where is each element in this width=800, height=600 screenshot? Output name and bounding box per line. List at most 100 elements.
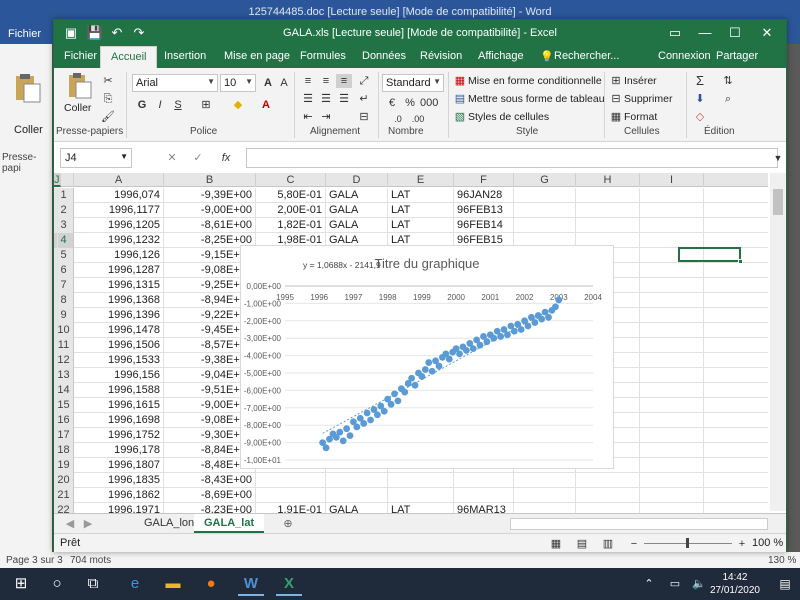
zoom-level[interactable]: 100 % bbox=[752, 537, 783, 549]
cell[interactable]: 1996,1368 bbox=[74, 293, 164, 308]
font-color-icon[interactable]: A bbox=[258, 98, 274, 112]
cell[interactable] bbox=[640, 308, 704, 323]
cell[interactable]: 1,82E-01 bbox=[256, 218, 326, 233]
decrease-font-icon[interactable]: A bbox=[276, 76, 292, 90]
cell[interactable] bbox=[54, 398, 58, 413]
add-sheet-icon[interactable]: ⊕ bbox=[280, 517, 296, 531]
word-paste-label[interactable]: Coller bbox=[14, 124, 43, 136]
cell-styles-button[interactable]: Styles de cellules bbox=[468, 111, 549, 123]
cell[interactable] bbox=[514, 203, 576, 218]
ribbon-options-icon[interactable]: ▭ bbox=[664, 22, 686, 44]
cell[interactable] bbox=[576, 218, 640, 233]
cell[interactable]: 1996,1315 bbox=[74, 278, 164, 293]
cell[interactable]: 1996,1506 bbox=[74, 338, 164, 353]
increase-font-icon[interactable]: A bbox=[260, 76, 276, 90]
insert-cells-icon[interactable]: ⊞ bbox=[608, 74, 624, 88]
font-size-select[interactable]: 10 ▼ bbox=[220, 74, 256, 92]
cell[interactable] bbox=[54, 383, 58, 398]
enter-icon[interactable]: ✓ bbox=[190, 151, 206, 165]
cell[interactable] bbox=[514, 503, 576, 513]
cell[interactable] bbox=[54, 368, 58, 383]
align-middle-icon[interactable]: ≡ bbox=[318, 74, 334, 88]
cell[interactable] bbox=[514, 188, 576, 203]
cell[interactable] bbox=[640, 278, 704, 293]
vertical-scrollbar[interactable] bbox=[770, 173, 786, 511]
find-select-icon[interactable]: ⌕ bbox=[720, 92, 736, 106]
cell[interactable] bbox=[514, 488, 576, 503]
cell[interactable] bbox=[54, 278, 58, 293]
cell[interactable]: 1996,1615 bbox=[74, 398, 164, 413]
column-header[interactable]: G bbox=[514, 173, 576, 187]
clear-icon[interactable]: ◇ bbox=[692, 110, 708, 124]
cell[interactable] bbox=[640, 413, 704, 428]
cell[interactable] bbox=[640, 428, 704, 443]
insert-cells-button[interactable]: Insérer bbox=[624, 75, 657, 87]
cell[interactable] bbox=[54, 203, 58, 218]
cell[interactable] bbox=[54, 473, 58, 488]
cell[interactable]: -8,23E+00 bbox=[164, 503, 256, 513]
cell[interactable]: 1,91E-01 bbox=[256, 503, 326, 513]
cell[interactable]: 1996,1971 bbox=[74, 503, 164, 513]
cell[interactable] bbox=[54, 248, 58, 263]
search-icon[interactable]: ○ bbox=[44, 572, 70, 596]
cell[interactable]: LAT bbox=[388, 188, 454, 203]
column-header[interactable]: D bbox=[326, 173, 388, 187]
cancel-icon[interactable]: ✕ bbox=[164, 151, 180, 165]
cell[interactable] bbox=[640, 293, 704, 308]
copy-icon[interactable]: ⎘ bbox=[100, 92, 116, 106]
format-cells-icon[interactable]: ▦ bbox=[608, 110, 624, 124]
align-right-icon[interactable]: ☰ bbox=[336, 92, 352, 106]
cell[interactable]: 1996,1807 bbox=[74, 458, 164, 473]
autosum-icon[interactable]: Σ bbox=[692, 74, 708, 88]
cell[interactable]: 1996,1698 bbox=[74, 413, 164, 428]
cell[interactable]: 1996,1835 bbox=[74, 473, 164, 488]
tab-formulas[interactable]: Formules bbox=[300, 50, 346, 62]
cell[interactable] bbox=[454, 473, 514, 488]
column-header[interactable]: E bbox=[388, 173, 454, 187]
cell[interactable]: GALA bbox=[326, 188, 388, 203]
column-header[interactable]: C bbox=[256, 173, 326, 187]
cell[interactable] bbox=[326, 488, 388, 503]
zoom-slider-thumb[interactable] bbox=[686, 538, 689, 548]
cell[interactable] bbox=[640, 383, 704, 398]
word-paste-icon[interactable] bbox=[10, 74, 42, 104]
formula-input[interactable] bbox=[246, 148, 778, 168]
insert-function-icon[interactable]: fx bbox=[218, 151, 234, 165]
action-center-icon[interactable]: ▤ bbox=[772, 572, 798, 596]
conditional-formatting-icon[interactable]: ▦ bbox=[452, 74, 468, 88]
normal-view-icon[interactable]: ▦ bbox=[548, 537, 564, 551]
align-center-icon[interactable]: ☰ bbox=[318, 92, 334, 106]
percent-icon[interactable]: % bbox=[402, 96, 418, 110]
cell[interactable] bbox=[576, 473, 640, 488]
column-header[interactable]: A bbox=[74, 173, 164, 187]
cell[interactable]: 1996,1588 bbox=[74, 383, 164, 398]
taskbar-clock[interactable]: 14:42 27/01/2020 bbox=[710, 571, 760, 597]
number-format-select[interactable]: Standard ▼ bbox=[382, 74, 444, 92]
tab-data[interactable]: Données bbox=[362, 50, 406, 62]
conditional-formatting-button[interactable]: Mise en forme conditionnelle bbox=[468, 75, 602, 87]
cell[interactable] bbox=[640, 443, 704, 458]
cell[interactable]: 96FEB13 bbox=[454, 203, 514, 218]
page-break-icon[interactable]: ▥ bbox=[600, 537, 616, 551]
cell[interactable] bbox=[640, 188, 704, 203]
cell[interactable]: -9,00E+00 bbox=[164, 203, 256, 218]
column-header[interactable]: I bbox=[640, 173, 704, 187]
cell[interactable]: -8,61E+00 bbox=[164, 218, 256, 233]
wrap-text-icon[interactable]: ↵ bbox=[356, 92, 372, 106]
cell[interactable]: 1996,1478 bbox=[74, 323, 164, 338]
cell[interactable] bbox=[388, 473, 454, 488]
cell[interactable] bbox=[54, 293, 58, 308]
maximize-icon[interactable]: ☐ bbox=[724, 22, 746, 44]
cell[interactable] bbox=[514, 218, 576, 233]
cell[interactable]: 96JAN28 bbox=[454, 188, 514, 203]
cell-styles-icon[interactable]: ▧ bbox=[452, 110, 468, 124]
delete-cells-button[interactable]: Supprimer bbox=[624, 93, 672, 105]
cell[interactable]: 1996,1862 bbox=[74, 488, 164, 503]
cell[interactable] bbox=[640, 353, 704, 368]
cell[interactable]: 1996,1396 bbox=[74, 308, 164, 323]
tab-insert[interactable]: Insertion bbox=[164, 50, 206, 62]
cell[interactable] bbox=[576, 203, 640, 218]
cell[interactable] bbox=[388, 488, 454, 503]
cell[interactable]: 1996,1177 bbox=[74, 203, 164, 218]
cell[interactable] bbox=[576, 503, 640, 513]
